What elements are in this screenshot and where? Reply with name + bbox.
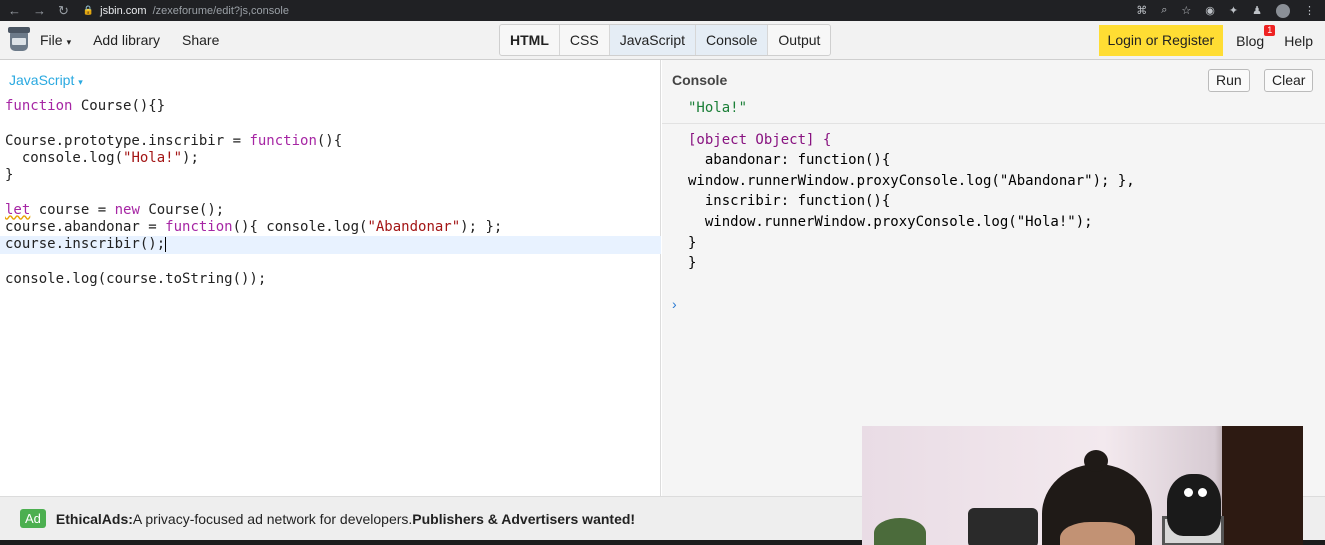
cam-person-face xyxy=(1060,522,1135,545)
panel-toggle-output[interactable]: Output xyxy=(768,25,830,55)
code-line: course.abandonar = function(){ console.l… xyxy=(5,219,503,236)
ad-tag: Ad xyxy=(20,509,46,528)
login-register-button[interactable]: Login or Register xyxy=(1098,25,1224,56)
panel-toggles: HTML CSS JavaScript Console Output xyxy=(499,24,832,56)
blog-badge: 1 xyxy=(1264,24,1276,36)
url-path: /zexeforume/edit?js,console xyxy=(152,4,289,17)
cam-plush-eye xyxy=(1198,488,1207,497)
code-line: Course.prototype.inscribir = function(){ xyxy=(5,132,343,149)
file-menu[interactable]: File ▾ xyxy=(40,32,71,48)
url-domain: jsbin.com xyxy=(100,4,147,17)
help-link[interactable]: Help xyxy=(1284,33,1313,49)
code-area[interactable]: function Course(){} Course.prototype.ins… xyxy=(0,98,661,288)
console-output-line: } xyxy=(688,255,697,272)
chevron-down-icon: ▾ xyxy=(78,77,83,87)
extension-icon[interactable]: ◉ xyxy=(1205,4,1215,18)
code-line: console.log("Hola!"); xyxy=(5,149,199,166)
code-line: let course = new Course(); xyxy=(5,201,225,218)
cam-chair xyxy=(968,508,1038,545)
jsbin-toolbar: File ▾ Add library Share HTML CSS JavaScr… xyxy=(0,21,1325,60)
cam-plush-eye xyxy=(1184,488,1193,497)
console-label: Console xyxy=(672,72,728,88)
reload-icon[interactable]: ↻ xyxy=(58,3,69,19)
console-divider xyxy=(662,122,1325,124)
console-output-line: window.runnerWindow.proxyConsole.log("Ho… xyxy=(688,213,1093,230)
console-prompt-icon[interactable]: › xyxy=(672,296,677,312)
console-output-line: "Hola!" xyxy=(688,100,748,116)
editor-language-select[interactable]: JavaScript ▾ xyxy=(9,72,83,88)
panel-toggle-console[interactable]: Console xyxy=(696,25,769,55)
code-line: } xyxy=(5,167,14,184)
console-output: "Hola!" [object Object] { abandonar: fun… xyxy=(662,98,1325,274)
code-line: console.log(course.toString()); xyxy=(5,270,267,287)
share-menu[interactable]: Share xyxy=(182,32,219,48)
cam-toy xyxy=(874,518,926,545)
jsbin-logo-icon[interactable] xyxy=(8,27,30,53)
panel-toggle-html[interactable]: HTML xyxy=(500,25,560,55)
star-icon[interactable]: ☆ xyxy=(1181,4,1191,18)
panel-toggle-javascript[interactable]: JavaScript xyxy=(609,25,697,55)
browser-nav: ← → ↻ xyxy=(0,3,69,19)
blog-link[interactable]: Blog 1 xyxy=(1236,24,1276,49)
back-icon[interactable]: ← xyxy=(8,3,21,18)
apps-icon[interactable]: ⌘ xyxy=(1136,4,1147,18)
toolbar-right: Login or Register Blog 1 Help xyxy=(1098,21,1325,60)
code-line-active: course.inscribir(); xyxy=(0,236,661,254)
clear-button[interactable]: Clear xyxy=(1264,69,1314,92)
cam-person-bun xyxy=(1084,450,1108,472)
console-output-line: inscribir: function(){ xyxy=(688,193,891,210)
more-icon[interactable]: ⋮ xyxy=(1304,4,1315,18)
text-cursor xyxy=(165,236,167,252)
cam-door xyxy=(1222,426,1303,545)
puzzle-icon[interactable]: ✦ xyxy=(1229,4,1238,18)
browser-extensions: ⌘ ⌕ ☆ ◉ ✦ ♟ ⋮ xyxy=(1136,3,1325,18)
zoom-icon[interactable]: ⌕ xyxy=(1161,4,1167,18)
account-icon[interactable]: ♟ xyxy=(1252,4,1262,18)
ad-text: A privacy-focused ad network for develop… xyxy=(132,510,413,527)
console-output-line: [object Object] { xyxy=(688,131,832,148)
toolbar-menu: File ▾ Add library Share xyxy=(40,32,219,48)
profile-avatar[interactable] xyxy=(1276,3,1290,18)
add-library-menu[interactable]: Add library xyxy=(93,32,160,48)
run-button[interactable]: Run xyxy=(1208,69,1250,92)
code-line: function Course(){} xyxy=(5,98,166,114)
webcam-overlay xyxy=(862,426,1303,545)
chevron-down-icon: ▾ xyxy=(66,37,72,47)
browser-chrome: ← → ↻ 🔒 jsbin.com/zexeforume/edit?js,con… xyxy=(0,0,1325,21)
ad-cta[interactable]: Publishers & Advertisers wanted! xyxy=(412,511,635,527)
address-bar[interactable]: 🔒 jsbin.com/zexeforume/edit?js,console xyxy=(83,5,289,17)
forward-icon[interactable]: → xyxy=(33,3,46,18)
console-output-line: window.runnerWindow.proxyConsole.log("Ab… xyxy=(688,172,1135,189)
panel-toggle-css[interactable]: CSS xyxy=(560,25,610,55)
console-output-line: } xyxy=(688,234,697,251)
console-output-line: abandonar: function(){ xyxy=(688,152,891,169)
ad-brand: EthicalAds: xyxy=(55,510,133,527)
javascript-editor[interactable]: JavaScript ▾ function Course(){} Course.… xyxy=(0,60,661,496)
cam-plush-toy xyxy=(1167,474,1221,536)
lock-icon: 🔒 xyxy=(82,5,95,15)
